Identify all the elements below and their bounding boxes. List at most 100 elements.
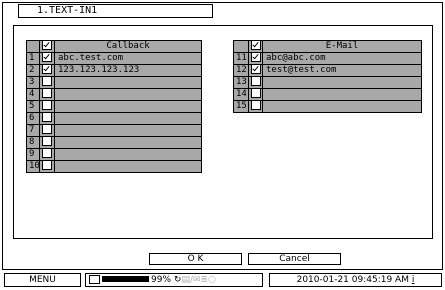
callback-checkbox[interactable] — [39, 76, 55, 89]
checked-checkbox-icon — [42, 65, 52, 74]
row-number: 10 — [26, 160, 40, 173]
email-row[interactable]: 14 — [233, 88, 422, 101]
callback-checkbox[interactable] — [39, 136, 55, 149]
row-number: 14 — [233, 88, 249, 101]
window-title: 1.TEXT-IN1 — [37, 5, 98, 16]
callback-checkbox[interactable] — [39, 52, 55, 65]
email-value[interactable] — [262, 100, 422, 113]
row-number: 7 — [26, 124, 40, 137]
row-number: 15 — [233, 100, 249, 113]
callback-row[interactable]: 4 — [26, 88, 202, 101]
row-number: 4 — [26, 88, 40, 101]
row-number: 2 — [26, 64, 40, 77]
callback-checkbox[interactable] — [39, 160, 55, 173]
unchecked-checkbox-icon — [42, 101, 52, 110]
email-checkbox[interactable] — [248, 88, 263, 101]
disk-percent: 99% — [151, 275, 172, 285]
window-title-tab: 1.TEXT-IN1 — [18, 4, 213, 18]
callback-checkbox[interactable] — [39, 112, 55, 125]
callback-checkbox[interactable] — [39, 100, 55, 113]
mail-icon: ✉ — [193, 275, 201, 285]
email-row[interactable]: 12 test@test.com — [233, 64, 422, 77]
callback-value[interactable] — [54, 76, 202, 89]
checkbox-icon — [42, 41, 52, 50]
datetime: 2010-01-21 09:45:19 AM — [296, 275, 409, 285]
callback-checkbox[interactable] — [39, 124, 55, 137]
row-number: 3 — [26, 76, 40, 89]
callback-row[interactable]: 9 — [26, 148, 202, 161]
callback-value[interactable] — [54, 160, 202, 173]
row-number: 13 — [233, 76, 249, 89]
email-table: E-Mail 11 abc@abc.com 12 test@test.com 13 14 1… — [233, 40, 422, 113]
cancel-label: Cancel — [279, 254, 310, 264]
email-checkbox[interactable] — [248, 52, 263, 65]
callback-checkbox[interactable] — [39, 64, 55, 77]
callback-row[interactable]: 6 — [26, 112, 202, 125]
callback-row[interactable]: 3 — [26, 76, 202, 89]
email-row[interactable]: 11 abc@abc.com — [233, 52, 422, 65]
unchecked-checkbox-icon — [42, 113, 52, 122]
system-status: 99% ↻▤∕✉≣○ — [85, 273, 263, 287]
checked-checkbox-icon — [250, 65, 261, 74]
unchecked-checkbox-icon — [42, 89, 52, 98]
email-checkbox[interactable] — [248, 100, 263, 113]
disk-usage-bar — [102, 276, 149, 282]
row-number: 11 — [233, 52, 249, 65]
row-number: 5 — [26, 100, 40, 113]
callback-checkbox[interactable] — [39, 148, 55, 161]
email-header-row: E-Mail — [233, 40, 422, 53]
email-header: E-Mail — [262, 40, 422, 53]
power-icon: ○ — [208, 275, 216, 285]
cancel-button[interactable]: Cancel — [248, 253, 341, 265]
callback-header-row: Callback — [26, 40, 202, 53]
email-value[interactable]: test@test.com — [262, 64, 422, 77]
email-row[interactable]: 15 — [233, 100, 422, 113]
checked-checkbox-icon — [42, 53, 52, 62]
row-number: 9 — [26, 148, 40, 161]
callback-row[interactable]: 10 — [26, 160, 202, 173]
callback-checkbox[interactable] — [39, 88, 55, 101]
callback-row[interactable]: 7 — [26, 124, 202, 137]
callback-row[interactable]: 2 123.123.123.123 — [26, 64, 202, 77]
email-row[interactable]: 13 — [233, 76, 422, 89]
checked-checkbox-icon — [250, 53, 261, 62]
callback-value[interactable] — [54, 148, 202, 161]
callback-row[interactable]: 8 — [26, 136, 202, 149]
unchecked-checkbox-icon — [42, 149, 52, 158]
callback-value[interactable] — [54, 124, 202, 137]
ok-button[interactable]: O K — [149, 253, 242, 265]
callback-table: Callback 1 abc.test.com 2 123.123.123.123 3 4… — [26, 40, 202, 173]
unchecked-checkbox-icon — [42, 125, 52, 134]
menu-button[interactable]: MENU — [4, 273, 81, 287]
email-value[interactable]: abc@abc.com — [262, 52, 422, 65]
clock-display: 2010-01-21 09:45:19 AM i — [269, 273, 442, 287]
unchecked-checkbox-icon — [250, 89, 261, 98]
callback-header: Callback — [54, 40, 202, 53]
info-icon: i — [411, 275, 415, 285]
callback-row[interactable]: 5 — [26, 100, 202, 113]
row-number: 6 — [26, 112, 40, 125]
unchecked-checkbox-icon — [42, 137, 52, 146]
email-value[interactable] — [262, 76, 422, 89]
unchecked-checkbox-icon — [250, 101, 261, 110]
ok-label: O K — [187, 254, 204, 264]
unchecked-checkbox-icon — [250, 77, 261, 86]
email-checkbox[interactable] — [248, 76, 263, 89]
callback-row[interactable]: 1 abc.test.com — [26, 52, 202, 65]
email-value[interactable] — [262, 88, 422, 101]
unchecked-checkbox-icon — [42, 161, 52, 170]
callback-value[interactable] — [54, 88, 202, 101]
callback-value[interactable]: abc.test.com — [54, 52, 202, 65]
callback-value[interactable] — [54, 100, 202, 113]
speaker-icon: ≣ — [200, 275, 209, 285]
callback-value[interactable] — [54, 136, 202, 149]
row-number: 12 — [233, 64, 249, 77]
email-checkbox[interactable] — [248, 64, 263, 77]
menu-label: MENU — [29, 275, 56, 285]
callback-value[interactable] — [54, 112, 202, 125]
callback-value[interactable]: 123.123.123.123 — [54, 64, 202, 77]
email-select-all-checkbox[interactable] — [248, 40, 263, 53]
hdd-icon — [89, 274, 100, 284]
callback-select-all-checkbox[interactable] — [39, 40, 55, 53]
unchecked-checkbox-icon — [42, 77, 52, 86]
